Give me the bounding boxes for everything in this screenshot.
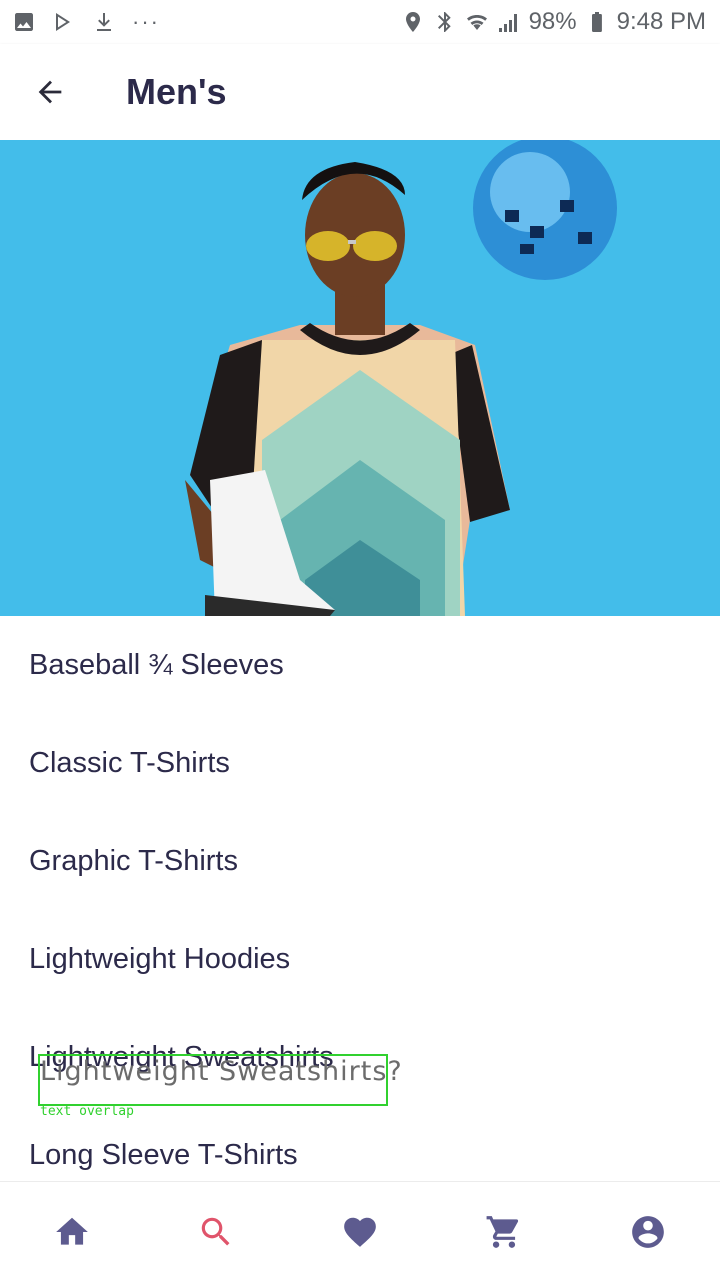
category-item[interactable]: Lightweight Hoodies [0, 910, 720, 1008]
battery-icon [585, 10, 609, 34]
battery-percent: 98% [528, 8, 577, 35]
bluetooth-icon [433, 10, 457, 34]
nav-favorites-button[interactable] [324, 1196, 396, 1268]
overlay-label: text overlap [40, 1104, 134, 1119]
category-item[interactable]: Graphic T-Shirts [0, 812, 720, 910]
signal-icon [497, 10, 521, 34]
overlay-text: Lightweight Sweatshirts? [40, 1056, 403, 1087]
category-item[interactable]: Baseball ¾ Sleeves [0, 616, 720, 714]
wifi-icon [465, 10, 489, 34]
category-item[interactable]: Classic T-Shirts [0, 714, 720, 812]
account-icon [632, 1215, 664, 1248]
download-icon [92, 10, 116, 34]
location-icon [401, 10, 425, 34]
app-bar: Men's [0, 44, 720, 140]
play-store-icon [52, 10, 76, 34]
home-icon [56, 1217, 88, 1245]
hero-banner-image [0, 140, 720, 616]
image-icon [12, 10, 36, 34]
heart-icon [344, 1217, 376, 1247]
clock: 9:48 PM [616, 8, 706, 35]
arrow-back-icon [38, 80, 62, 104]
more-notifications-icon: ··· [132, 9, 160, 34]
nav-account-button[interactable] [612, 1196, 684, 1268]
search-icon [201, 1217, 230, 1245]
nav-home-button[interactable] [36, 1196, 108, 1268]
cart-icon [486, 1215, 519, 1248]
nav-cart-button[interactable] [468, 1196, 540, 1268]
bottom-navigation [0, 1181, 720, 1281]
status-bar: ··· 98% 9:48 PM [0, 0, 720, 44]
back-button[interactable] [22, 64, 78, 120]
page-title: Men's [126, 71, 227, 112]
nav-search-button[interactable] [180, 1196, 252, 1268]
